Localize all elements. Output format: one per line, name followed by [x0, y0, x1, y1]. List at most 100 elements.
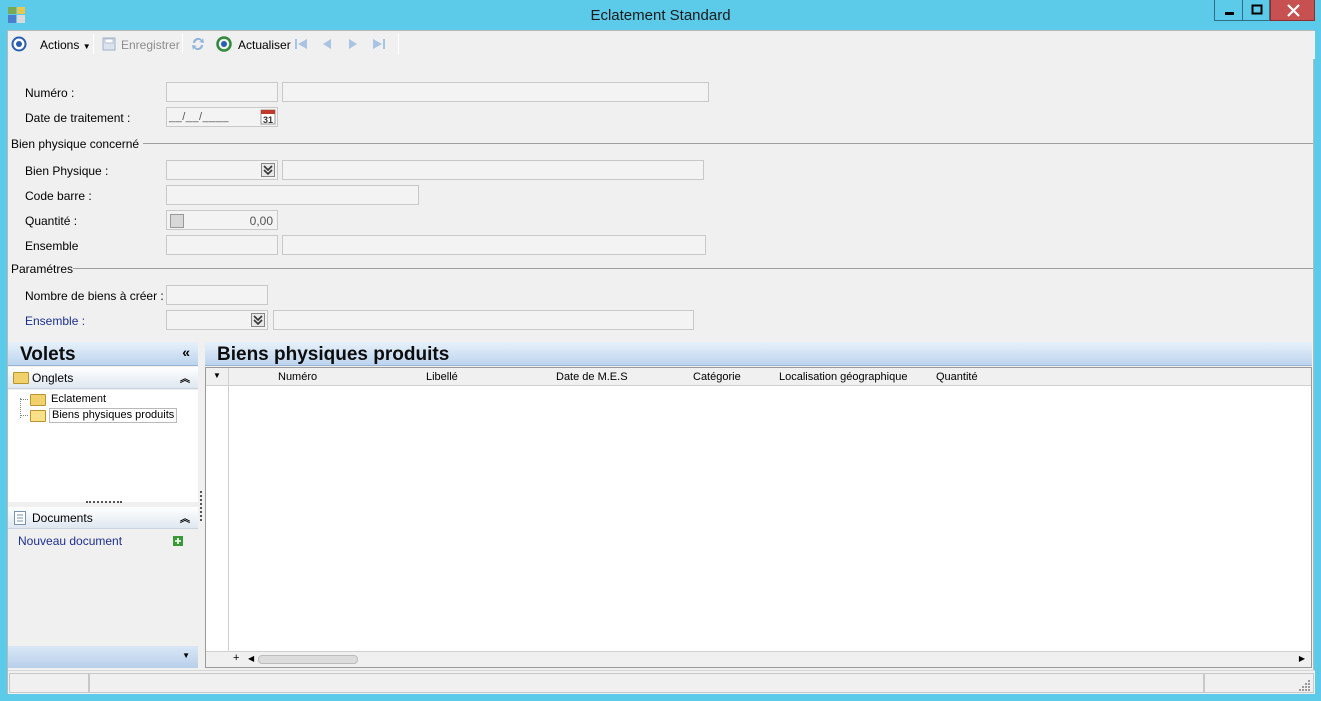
column-date-mes[interactable]: Date de M.E.S	[556, 371, 628, 383]
data-grid[interactable]: ▼ Numéro Libellé Date de M.E.S Catégorie…	[205, 367, 1312, 668]
bien-physique-label: Bien Physique :	[25, 164, 109, 178]
bien-physique-select[interactable]	[166, 160, 278, 180]
folder-open-icon	[30, 410, 46, 422]
status-cell	[9, 673, 89, 693]
onglets-title: Onglets	[32, 371, 74, 385]
tree-item-label: Biens physiques produits	[49, 408, 178, 423]
next-icon[interactable]	[345, 36, 361, 52]
chevron-down-icon: ▼	[82, 42, 91, 51]
splitter[interactable]	[86, 501, 122, 503]
sync-icon[interactable]	[190, 36, 206, 52]
save-icon	[101, 36, 117, 52]
title-bar[interactable]: Eclatement Standard	[0, 0, 1321, 30]
ensemble-param-select[interactable]	[166, 310, 268, 330]
documents-title: Documents	[32, 511, 93, 525]
section-bien-physique: Bien physique concerné	[11, 137, 140, 151]
last-icon[interactable]	[371, 36, 387, 52]
section-parametres: Paramétres	[11, 262, 74, 276]
tree-item-label: Eclatement	[51, 393, 107, 405]
maximize-button[interactable]	[1242, 0, 1270, 21]
close-button[interactable]	[1270, 0, 1315, 21]
calendar-icon[interactable]: 31	[260, 109, 276, 128]
section-divider	[143, 143, 1313, 144]
section-divider	[73, 268, 1313, 269]
horizontal-scrollbar[interactable]: + ◀ ▶	[206, 651, 1311, 667]
minimize-button[interactable]	[1214, 0, 1243, 21]
column-libelle[interactable]: Libellé	[426, 371, 458, 383]
numero-field[interactable]	[166, 82, 278, 102]
volets-header: Volets «	[8, 342, 198, 366]
documents-header[interactable]: Documents ︽	[8, 507, 198, 529]
ensemble-param-label: Ensemble :	[25, 314, 86, 328]
actions-label: Actions	[40, 38, 80, 52]
nombre-biens-field[interactable]	[166, 285, 268, 305]
toolbar: Actions ▼ Enregistrer Actualiser	[8, 31, 1315, 59]
folder-icon	[13, 372, 29, 384]
quantite-label: Quantité :	[25, 214, 78, 228]
code-barre-field[interactable]	[166, 185, 419, 205]
first-icon[interactable]	[293, 36, 309, 52]
collapse-up-icon[interactable]: ︽	[180, 510, 190, 525]
numero-description-field[interactable]	[282, 82, 709, 102]
status-cell	[1204, 673, 1314, 693]
ensemble-description-field[interactable]	[282, 235, 706, 255]
numero-label: Numéro :	[25, 86, 75, 100]
collapse-up-icon[interactable]: ︽	[180, 370, 190, 385]
window-title: Eclatement Standard	[590, 7, 731, 24]
spinner-icon[interactable]	[170, 214, 184, 231]
quantite-field[interactable]: 0,00	[166, 210, 278, 230]
add-icon[interactable]	[173, 535, 183, 549]
separator	[93, 34, 94, 54]
main-header: Biens physiques produits	[205, 342, 1312, 366]
volets-footer: ▼	[8, 646, 198, 668]
refresh-button[interactable]: Actualiser	[238, 38, 291, 52]
column-localisation[interactable]: Localisation géographique	[779, 371, 907, 383]
scroll-right-icon[interactable]: ▶	[1299, 654, 1305, 663]
row-selector-header[interactable]: ▼	[206, 368, 229, 386]
save-button[interactable]: Enregistrer	[121, 38, 180, 52]
quantite-value: 0,00	[249, 214, 273, 228]
scrollbar-thumb[interactable]	[258, 655, 358, 664]
svg-text:31: 31	[263, 115, 273, 125]
tree-connector	[20, 399, 28, 400]
new-document-link[interactable]: Nouveau document	[18, 534, 122, 548]
tree-connector	[20, 415, 28, 416]
grid-header: ▼ Numéro Libellé Date de M.E.S Catégorie…	[206, 368, 1311, 386]
column-numero[interactable]: Numéro	[278, 371, 317, 383]
scroll-left-icon[interactable]: ◀	[248, 654, 254, 663]
chevron-down-icon: ▼	[213, 371, 221, 380]
application-window: Eclatement Standard Actions ▼ Enregistre…	[0, 0, 1321, 701]
resize-grip-icon[interactable]	[1299, 679, 1311, 694]
chevron-down-icon[interactable]: ▼	[182, 651, 190, 660]
add-row-icon[interactable]: +	[233, 652, 239, 664]
bien-physique-description-field[interactable]	[282, 160, 704, 180]
column-categorie[interactable]: Catégorie	[693, 371, 741, 383]
status-bar	[8, 670, 1315, 694]
separator	[182, 34, 183, 54]
ensemble-field[interactable]	[166, 235, 278, 255]
dropdown-icon[interactable]	[251, 313, 265, 330]
date-field[interactable]: __/__/____ 31	[166, 107, 278, 127]
separator	[398, 34, 399, 54]
document-icon	[13, 511, 27, 528]
refresh-icon	[216, 36, 232, 52]
actions-menu[interactable]: Actions ▼	[40, 38, 91, 52]
volets-panel: Volets « Onglets ︽ Eclatement Biens phys…	[8, 342, 198, 669]
column-quantite[interactable]: Quantité	[936, 371, 978, 383]
dropdown-icon[interactable]	[261, 163, 275, 180]
onglets-header[interactable]: Onglets ︽	[8, 367, 198, 389]
status-cell	[89, 673, 1204, 693]
main-title: Biens physiques produits	[217, 344, 450, 365]
actions-icon[interactable]	[11, 36, 27, 52]
ensemble-param-description-field[interactable]	[273, 310, 694, 330]
nombre-biens-label: Nombre de biens à créer :	[25, 289, 164, 303]
volets-title: Volets	[20, 344, 76, 365]
onglets-tree: Eclatement Biens physiques produits	[8, 390, 198, 502]
date-value: __/__/____	[169, 111, 230, 123]
prev-icon[interactable]	[319, 36, 335, 52]
client-area: Actions ▼ Enregistrer Actualiser Numéro …	[7, 30, 1315, 694]
date-label: Date de traitement :	[25, 111, 131, 125]
row-selector-column	[228, 386, 229, 652]
vertical-splitter[interactable]	[200, 491, 202, 521]
collapse-left-icon[interactable]: «	[182, 344, 190, 360]
